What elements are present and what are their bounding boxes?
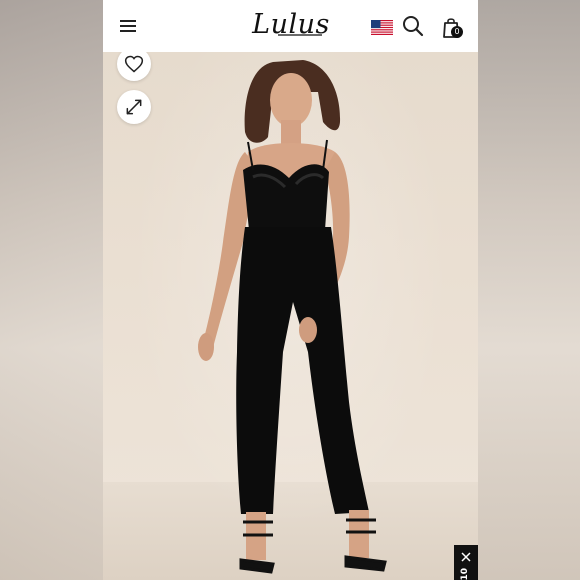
wishlist-button[interactable] xyxy=(117,47,151,81)
search-icon[interactable] xyxy=(402,15,424,37)
background-left-blur xyxy=(0,0,103,580)
product-photo[interactable] xyxy=(103,47,478,580)
hamburger-menu-icon[interactable] xyxy=(118,15,140,37)
cart-count-badge: 0 xyxy=(451,26,463,38)
us-flag-icon[interactable] xyxy=(371,20,393,35)
logo-swash xyxy=(278,34,322,36)
expand-arrows-icon xyxy=(126,99,142,115)
background-right-blur xyxy=(478,0,580,580)
heart-icon xyxy=(124,55,144,73)
site-logo[interactable]: Lulus xyxy=(251,8,331,42)
expand-image-button[interactable] xyxy=(117,90,151,124)
site-header: Lulus 0 xyxy=(103,0,478,52)
promo-label: 10 xyxy=(460,568,470,580)
mobile-page: Lulus 0 10 xyxy=(103,0,478,580)
promo-close-button[interactable]: 10 xyxy=(454,545,478,580)
close-icon xyxy=(461,552,471,562)
model-figure xyxy=(198,60,387,574)
